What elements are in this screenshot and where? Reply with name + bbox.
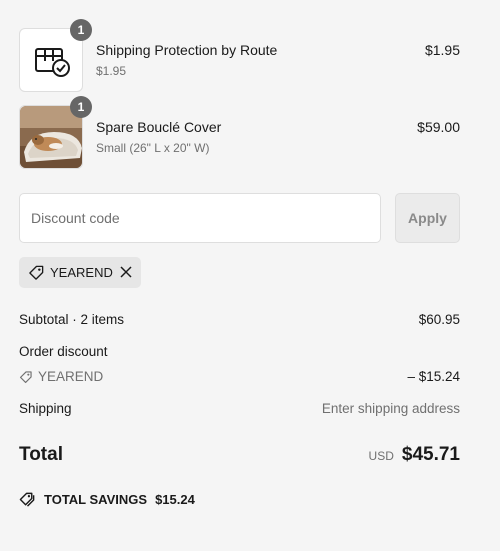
subtotal-label: Subtotal · 2 items xyxy=(19,312,125,327)
item-name: Shipping Protection by Route xyxy=(96,42,278,58)
line-item-route-protection: 1 Shipping Protection by Route $1.95 $1.… xyxy=(19,19,460,92)
order-discount-label: Order discount xyxy=(19,344,108,359)
item-price: $59.00 xyxy=(417,119,460,135)
dog-bed-photo xyxy=(20,106,82,168)
savings-label: TOTAL SAVINGS xyxy=(44,492,148,507)
apply-discount-button[interactable]: Apply xyxy=(395,193,460,243)
item-thumbnail: 1 xyxy=(19,19,92,92)
discount-code-label: YEAREND xyxy=(38,369,104,384)
item-thumbnail: 1 xyxy=(19,96,92,169)
subtotal-value: $60.95 xyxy=(418,312,460,327)
tag-icon xyxy=(19,370,32,383)
discount-code-input[interactable] xyxy=(19,193,381,243)
savings-value: $15.24 xyxy=(155,492,195,507)
discount-value: – $15.24 xyxy=(407,369,460,384)
box-check-icon xyxy=(35,48,70,77)
tag-icon xyxy=(29,265,44,280)
tags-icon xyxy=(19,492,35,507)
shipping-label: Shipping xyxy=(19,401,72,416)
total-savings: TOTAL SAVINGS $15.24 xyxy=(19,491,195,508)
quantity-badge: 1 xyxy=(70,96,92,118)
quantity-badge: 1 xyxy=(70,19,92,41)
item-subtitle: $1.95 xyxy=(96,64,127,78)
item-subtitle: Small (26" L x 20" W) xyxy=(96,141,210,155)
total-amount: $45.71 xyxy=(401,444,460,465)
item-name: Spare Bouclé Cover xyxy=(96,119,222,135)
total-label: Total xyxy=(19,444,63,465)
item-price: $1.95 xyxy=(424,42,460,58)
shipping-value: Enter shipping address xyxy=(321,401,460,416)
total-amount-group: USD $45.71 xyxy=(369,444,460,466)
discount-code-tag: YEAREND xyxy=(19,369,103,384)
currency-code: USD xyxy=(368,449,394,463)
applied-discount-chip: YEAREND xyxy=(19,257,141,288)
applied-discount-code: YEAREND xyxy=(50,265,113,280)
close-icon[interactable] xyxy=(119,265,133,279)
line-item-boucle-cover: 1 Spare Bouclé Cover Small (26" L x 20" … xyxy=(19,96,460,169)
